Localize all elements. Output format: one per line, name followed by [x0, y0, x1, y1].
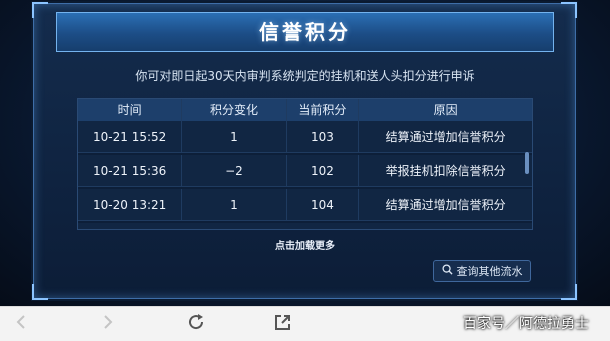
back-button[interactable]: [9, 313, 33, 335]
cell-reason: 举报挂机扣除信誉积分: [358, 155, 532, 186]
query-other-records-label: 查询其他流水: [456, 265, 523, 278]
source-watermark: 百家号／阿德拉勇士: [463, 316, 589, 332]
forward-icon: [102, 314, 114, 334]
table-row-partial: [78, 223, 532, 229]
cell-score: 102: [285, 155, 359, 186]
table-row: 10-21 15:52 1 103 结算通过增加信誉积分: [78, 121, 532, 153]
cell-score: 104: [285, 189, 359, 220]
header-change: 积分变化: [181, 99, 285, 121]
panel-corner: [561, 2, 577, 18]
search-icon: [441, 264, 453, 278]
refresh-icon: [186, 312, 206, 336]
refresh-button[interactable]: [184, 313, 208, 335]
back-icon: [15, 314, 27, 334]
forward-button[interactable]: [96, 313, 120, 335]
header-reason: 原因: [358, 99, 532, 121]
load-more-link[interactable]: 点击加载更多: [0, 237, 610, 252]
header-score: 当前积分: [285, 99, 359, 121]
cell-time: 10-21 15:36: [93, 164, 167, 178]
cell-time: 10-20 13:21: [93, 198, 167, 212]
panel-corner: [32, 2, 48, 18]
header-time: 时间: [117, 103, 142, 117]
cell-time: 10-21 15:52: [93, 130, 167, 144]
cell-reason: 结算通过增加信誉积分: [358, 121, 532, 152]
cell-change: 1: [181, 121, 285, 152]
panel-corner: [561, 284, 577, 300]
share-icon: [273, 312, 293, 336]
table-header: 时间 积分变化 当前积分 原因: [78, 99, 532, 121]
appeal-notice: 你可对即日起30天内审判系统判定的挂机和送人头扣分进行申诉: [135, 69, 475, 83]
query-other-records-button[interactable]: 查询其他流水: [433, 260, 531, 282]
cell-reason: 结算通过增加信誉积分: [358, 189, 532, 220]
table-row: 10-20 13:21 1 104 结算通过增加信誉积分: [78, 189, 532, 221]
panel-corner: [32, 284, 48, 300]
score-history-table: 时间 积分变化 当前积分 原因 10-21 15:52 1 103 结算通过增加…: [77, 98, 533, 230]
table-scrollbar[interactable]: [525, 152, 529, 174]
cell-change: 1: [181, 189, 285, 220]
panel-title: 信誉积分: [56, 12, 554, 52]
cell-change: −2: [181, 155, 285, 186]
table-row: 10-21 15:36 −2 102 举报挂机扣除信誉积分: [78, 155, 532, 187]
cell-score: 103: [285, 121, 359, 152]
share-button[interactable]: [271, 313, 295, 335]
